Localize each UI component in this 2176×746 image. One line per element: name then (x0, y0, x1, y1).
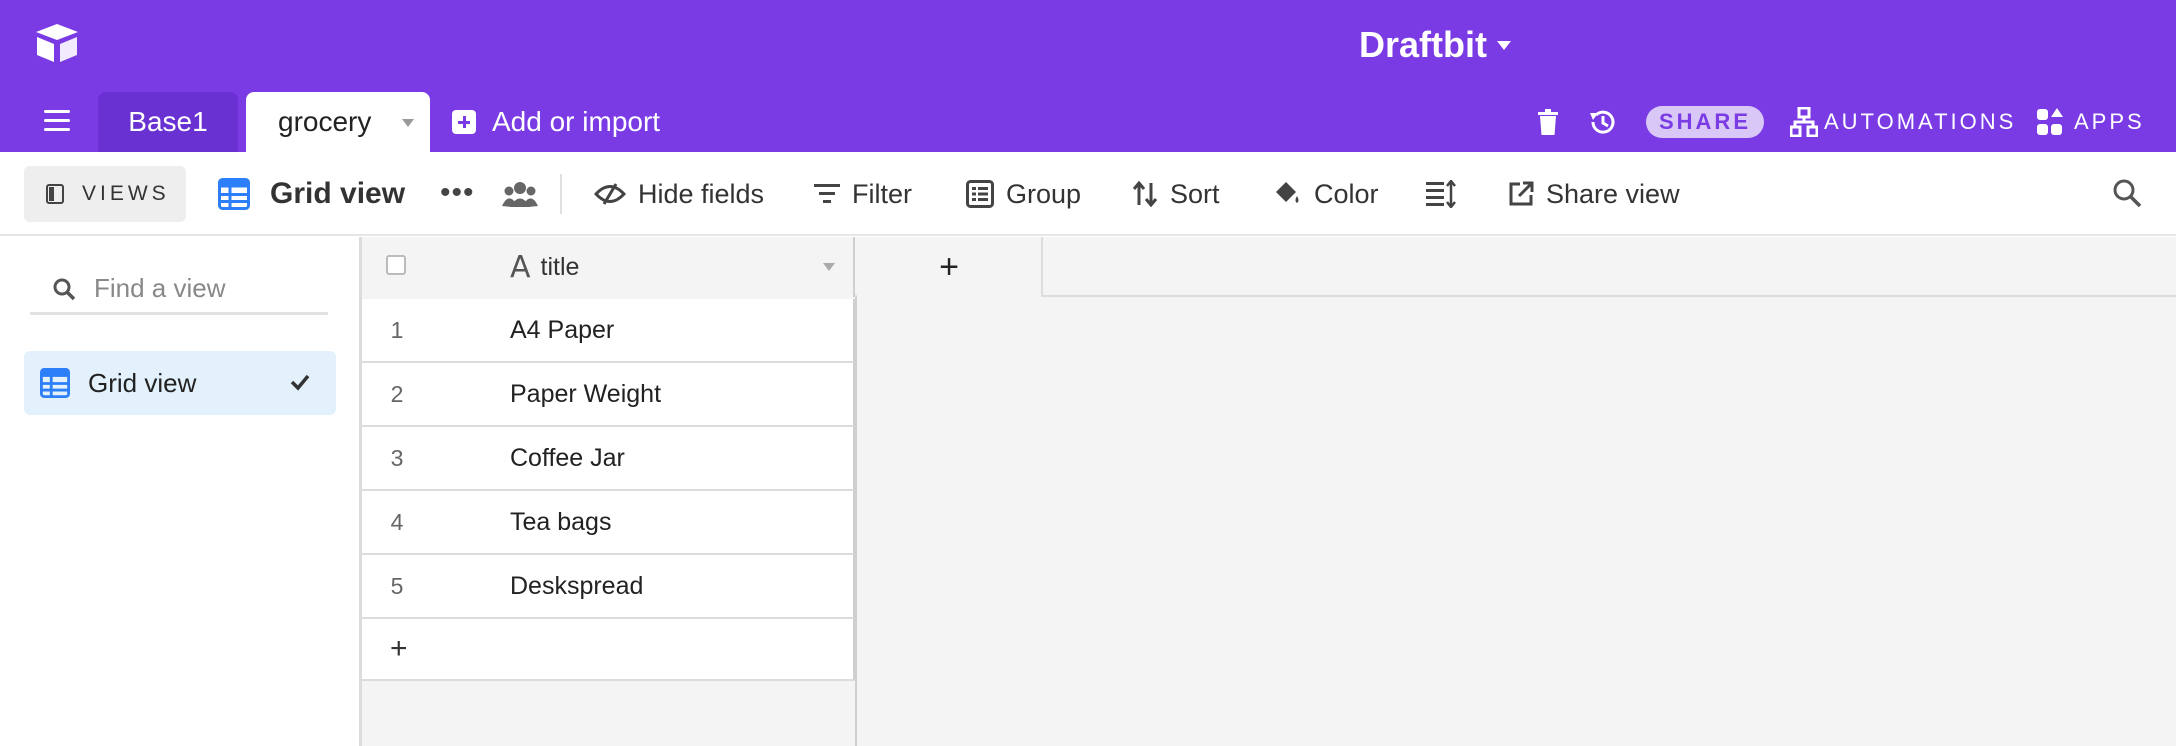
add-field-button[interactable]: + (857, 237, 1043, 297)
hide-fields-label: Hide fields (638, 178, 765, 209)
field-header-label: title (540, 252, 580, 281)
tab-base1[interactable]: Base1 (98, 92, 238, 152)
grid-rows: 1 A4 Paper 2 Paper Weight 3 Coffee Jar 4… (362, 299, 855, 681)
toolbar-divider (560, 174, 562, 214)
apps-label: APPS (2074, 109, 2145, 134)
share-view-button[interactable]: Share view (1508, 166, 1680, 222)
sidebar-item-grid-view[interactable]: Grid view (24, 351, 336, 415)
tab-grocery[interactable]: grocery (246, 92, 430, 152)
column-divider (855, 297, 857, 746)
plus-square-icon (452, 110, 476, 134)
hide-fields-icon (594, 183, 626, 205)
apps-button[interactable]: APPS (2036, 104, 2145, 140)
tab-label: Base1 (128, 106, 208, 137)
views-sidebar: Grid view (0, 237, 362, 746)
primary-field-header: A title (362, 237, 855, 297)
current-view-name[interactable]: Grid view (218, 166, 405, 222)
find-view-field[interactable] (30, 265, 328, 315)
share-label: SHARE (1658, 109, 1751, 134)
views-label: VIEWS (82, 182, 170, 205)
color-button[interactable]: Color (1272, 166, 1379, 222)
row-number: 4 (390, 508, 404, 535)
share-view-label: Share view (1546, 178, 1680, 209)
share-button[interactable]: SHARE (1646, 106, 1764, 138)
row-number: 1 (390, 316, 404, 343)
checkmark-icon (290, 374, 310, 391)
tab-label: grocery (278, 106, 372, 137)
sidebar-item-label: Grid view (88, 367, 197, 398)
table-row[interactable]: 5 Deskspread (362, 555, 855, 619)
grid-view-icon (40, 368, 70, 398)
trash-button[interactable] (1538, 104, 1558, 140)
paint-bucket-icon (1276, 182, 1299, 203)
field-header-title[interactable]: A title (510, 237, 579, 297)
filter-button[interactable]: Filter (814, 166, 912, 222)
automations-label: AUTOMATIONS (1824, 109, 2017, 134)
select-all-checkbox[interactable] (386, 255, 406, 275)
menu-icon[interactable] (44, 110, 70, 132)
view-name-label: Grid view (270, 177, 406, 210)
chevron-down-icon[interactable] (823, 263, 835, 271)
top-header: Draftbit Base1 grocery Add or import SHA… (0, 0, 2176, 152)
sidebar-panel-icon (46, 184, 64, 204)
table-row[interactable]: 3 Coffee Jar (362, 427, 855, 491)
group-button[interactable]: Group (966, 166, 1081, 222)
add-or-import-label: Add or import (492, 106, 661, 137)
grid-view-icon (218, 178, 250, 210)
add-row-button[interactable]: + (362, 619, 855, 681)
add-or-import-button[interactable]: Add or import (452, 92, 660, 152)
history-button[interactable] (1587, 104, 1617, 140)
sort-icon (1132, 181, 1158, 207)
grid-header: A title + (362, 237, 2176, 297)
text-field-type-icon: A (510, 249, 531, 285)
find-view-input[interactable] (94, 273, 324, 304)
filter-icon (814, 184, 840, 203)
filter-label: Filter (852, 178, 912, 209)
title-cell[interactable]: Paper Weight (510, 380, 661, 409)
sort-button[interactable]: Sort (1132, 166, 1220, 222)
row-height-button[interactable] (1426, 166, 1468, 222)
row-height-icon (1426, 180, 1456, 208)
view-toolbar: VIEWS Grid view ••• Hide fields Filter G… (0, 152, 2176, 236)
share-view-icon (1509, 181, 1534, 206)
chevron-down-icon[interactable] (402, 119, 414, 127)
table-row[interactable]: 2 Paper Weight (362, 363, 855, 427)
row-number: 5 (390, 572, 404, 599)
table-row[interactable]: 4 Tea bags (362, 491, 855, 555)
history-icon (1590, 110, 1615, 134)
title-cell[interactable]: A4 Paper (510, 316, 614, 345)
apps-icon (2037, 108, 2063, 135)
hide-fields-button[interactable]: Hide fields (594, 166, 764, 222)
sort-label: Sort (1170, 178, 1220, 209)
automations-icon (1790, 107, 1818, 137)
views-sidebar-toggle[interactable]: VIEWS (24, 166, 186, 222)
group-label: Group (1006, 178, 1082, 209)
search-icon (53, 278, 76, 300)
more-options-icon[interactable]: ••• (440, 178, 475, 208)
group-icon (966, 180, 994, 208)
collaborators-icon[interactable] (502, 180, 538, 208)
color-label: Color (1314, 178, 1379, 209)
title-cell[interactable]: Tea bags (510, 508, 611, 537)
row-number: 2 (390, 380, 404, 407)
grid-area: A title + 1 A4 Paper 2 Paper Weight 3 Co… (362, 237, 2176, 746)
base-title-menu[interactable]: Draftbit (1359, 22, 1511, 68)
automations-button[interactable]: AUTOMATIONS (1790, 104, 2016, 140)
search-icon[interactable] (2112, 178, 2142, 208)
trash-icon (1538, 109, 1558, 135)
table-row[interactable]: 1 A4 Paper (362, 299, 855, 363)
base-title: Draftbit (1359, 24, 1487, 65)
title-cell[interactable]: Coffee Jar (510, 444, 625, 473)
app-logo-icon[interactable] (34, 22, 80, 64)
row-number: 3 (390, 444, 404, 471)
chevron-down-icon (1497, 40, 1511, 50)
title-cell[interactable]: Deskspread (510, 572, 643, 601)
